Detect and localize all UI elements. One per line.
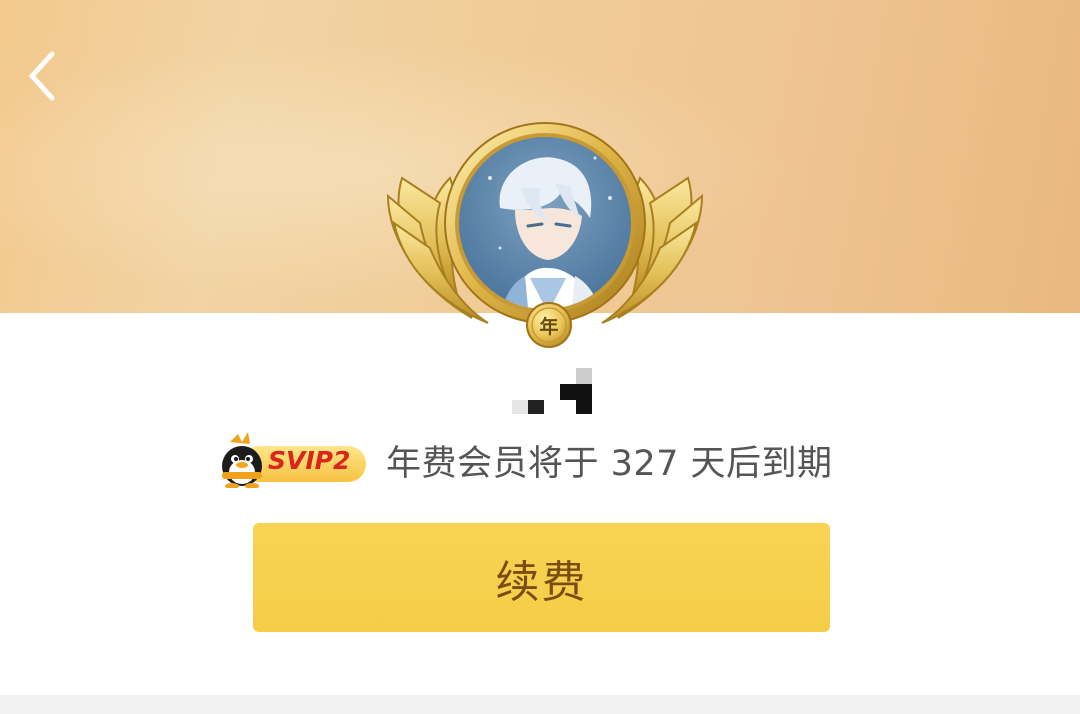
back-button[interactable] xyxy=(14,44,70,108)
qq-penguin-icon xyxy=(222,432,262,489)
renew-button[interactable]: 续费 xyxy=(253,523,830,632)
chevron-left-icon xyxy=(29,51,55,101)
medal-label: 年 xyxy=(539,315,559,338)
avatar-badge[interactable]: 年 xyxy=(380,118,710,350)
svip-badge[interactable]: SVIP2 xyxy=(218,432,370,489)
footer-divider xyxy=(0,695,1080,714)
renew-button-label: 续费 xyxy=(495,556,588,608)
username xyxy=(500,364,600,418)
avatar xyxy=(459,137,631,309)
svip-label: SVIP2 xyxy=(268,446,351,475)
membership-status: SVIP2 年费会员将于 327 天后到期 xyxy=(218,428,833,492)
expiry-text: 年费会员将于 327 天后到期 xyxy=(386,443,833,484)
